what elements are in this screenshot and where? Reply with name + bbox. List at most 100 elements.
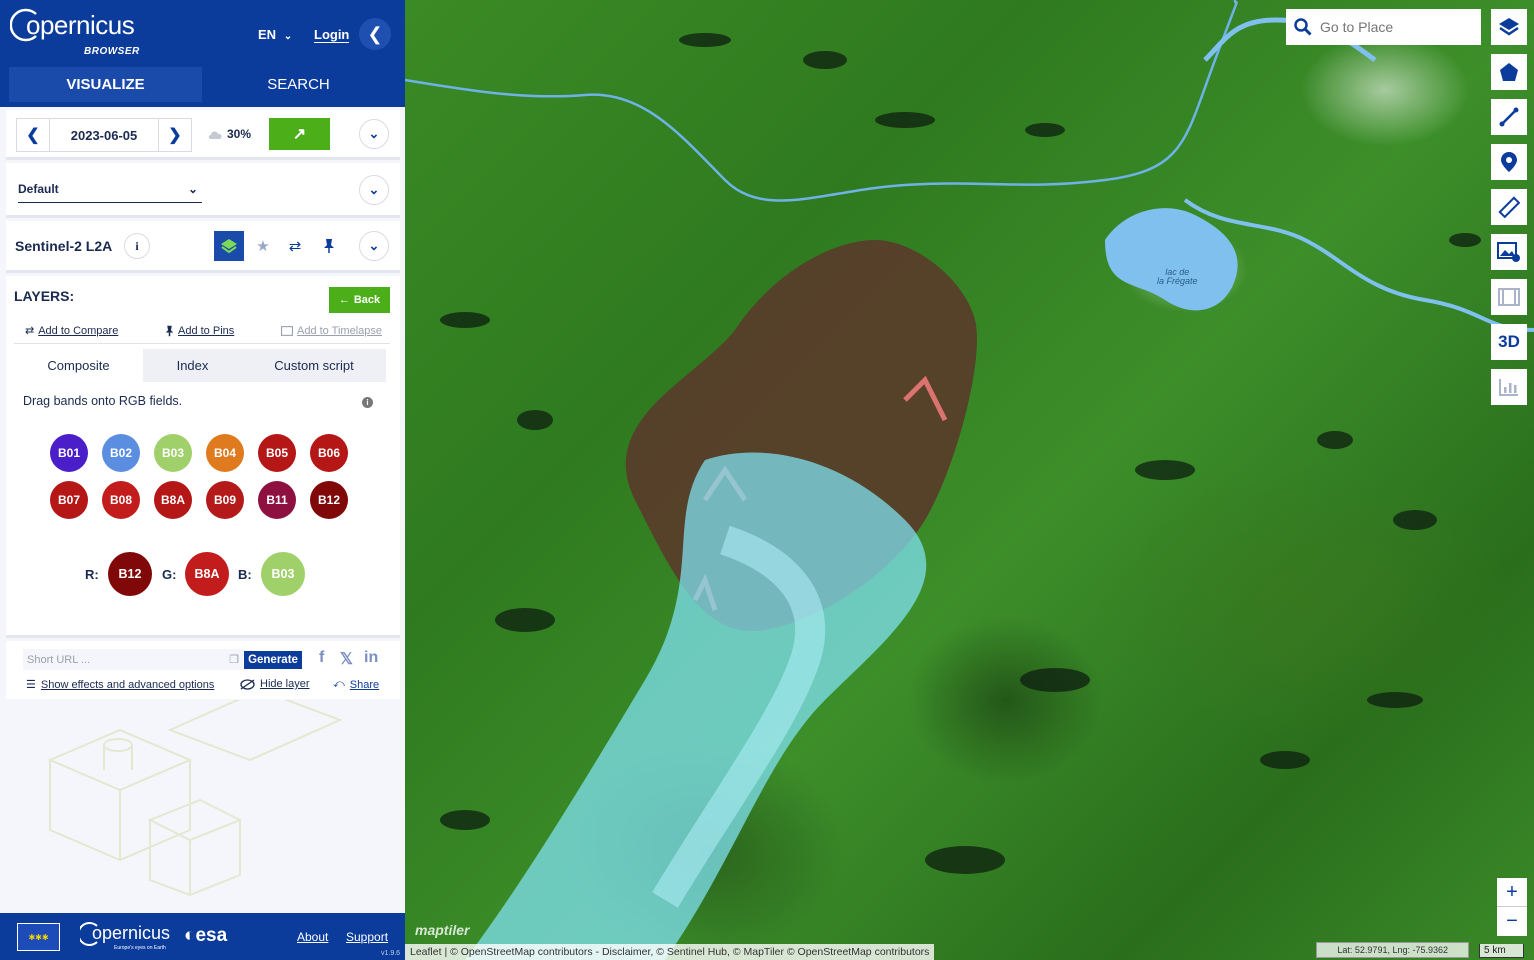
go-to-place-search[interactable]: [1286, 9, 1481, 45]
drag-instructions: Drag bands onto RGB fields.: [23, 394, 183, 408]
datasource-row: Sentinel-2 L2A i ★ ⇄ ⌄: [6, 221, 400, 273]
esa-text: esa: [195, 925, 228, 946]
band-b04[interactable]: B04: [206, 434, 244, 472]
copy-icon[interactable]: ❐: [229, 653, 239, 666]
short-url-field[interactable]: Short URL ... ❐: [23, 649, 243, 670]
language-select[interactable]: EN ⌄: [258, 27, 292, 42]
expand-datasource-button[interactable]: ⌄: [359, 231, 389, 261]
info-icon: i: [135, 238, 139, 253]
next-date-button[interactable]: ❯: [159, 119, 191, 151]
esa-logo[interactable]: ◐esa: [184, 925, 227, 947]
band-b12[interactable]: B12: [310, 481, 348, 519]
maptiler-logo[interactable]: maptiler: [415, 922, 469, 938]
add-to-timelapse-label: Add to Timelapse: [297, 324, 382, 337]
layers-title: LAYERS:: [14, 288, 75, 304]
layer-actions: ⇄ Add to Compare Add to Pins Add to Time…: [14, 318, 390, 344]
satellite-illustration: [47, 700, 343, 897]
draw-line-button[interactable]: [1491, 99, 1527, 135]
main-tabs: VISUALIZE SEARCH: [9, 67, 395, 102]
timelapse-button[interactable]: [1491, 279, 1527, 315]
band-b06[interactable]: B06: [310, 434, 348, 472]
info-icon[interactable]: i: [362, 397, 373, 408]
chevron-right-icon: ❯: [168, 127, 182, 144]
copernicus-logo[interactable]: opernicus BROWSER: [10, 8, 139, 57]
sliders-icon: ☰: [26, 679, 36, 691]
zoom-out-button[interactable]: −: [1497, 907, 1527, 936]
eu-flag-logo[interactable]: ✱✱✱: [17, 923, 60, 951]
band-b02[interactable]: B02: [102, 434, 140, 472]
x-icon[interactable]: 𝕏: [340, 649, 353, 669]
facebook-icon[interactable]: f: [319, 649, 324, 667]
place-marker-button[interactable]: [1491, 144, 1527, 180]
date-value[interactable]: 2023-06-05: [49, 119, 159, 151]
favorite-button[interactable]: ★: [248, 231, 278, 261]
share-link[interactable]: ⤺ Share: [333, 678, 379, 691]
band-b8a[interactable]: B8A: [154, 481, 192, 519]
add-to-compare-link[interactable]: ⇄ Add to Compare: [25, 324, 119, 338]
band-b09[interactable]: B09: [206, 481, 244, 519]
image-icon: [1497, 242, 1520, 262]
tab-composite[interactable]: Composite: [14, 349, 143, 382]
datasource-info-button[interactable]: i: [124, 233, 150, 259]
band-b11[interactable]: B11: [258, 481, 296, 519]
compare-button[interactable]: ⇄: [280, 231, 310, 261]
linkedin-icon[interactable]: in: [364, 649, 378, 667]
esa-mark-icon: ◐: [184, 925, 196, 946]
add-to-compare-label: Add to Compare: [38, 324, 119, 337]
rgb-b-band: B03: [271, 567, 295, 581]
search-input[interactable]: [1320, 19, 1470, 35]
arrow-up-right-icon: ↗: [292, 126, 307, 143]
share-label: Share: [349, 678, 380, 691]
generate-button[interactable]: Generate: [244, 651, 302, 669]
about-link[interactable]: About: [297, 930, 328, 944]
cloud-coverage[interactable]: 30%: [207, 127, 251, 141]
copernicus-footer-logo[interactable]: opernicus Europe's eyes on Earth: [80, 922, 170, 951]
back-button[interactable]: ← Back: [329, 287, 390, 313]
expand-date-button[interactable]: ⌄: [359, 119, 389, 149]
eu-stars-icon: ✱✱✱: [28, 932, 49, 942]
ruler-icon: [1498, 196, 1520, 218]
add-to-pins-label: Add to Pins: [178, 324, 235, 337]
pin-button[interactable]: [314, 231, 344, 261]
band-b01[interactable]: B01: [50, 434, 88, 472]
3d-view-button[interactable]: 3D: [1491, 324, 1527, 360]
band-b05[interactable]: B05: [258, 434, 296, 472]
rgb-r-slot[interactable]: B12: [108, 552, 152, 596]
search-dates-button[interactable]: ↗: [269, 118, 330, 150]
login-link[interactable]: Login: [314, 27, 350, 43]
add-to-timelapse-link[interactable]: Add to Timelapse: [281, 325, 382, 337]
layers-toggle-button[interactable]: [214, 231, 244, 261]
rgb-b-slot[interactable]: B03: [261, 552, 305, 596]
tab-search[interactable]: SEARCH: [202, 67, 395, 102]
logo-text: opernicus: [26, 10, 135, 40]
rgb-g-slot[interactable]: B8A: [185, 552, 229, 596]
measure-button[interactable]: [1491, 189, 1527, 225]
satellite-imagery: [405, 0, 1534, 960]
draw-polygon-button[interactable]: [1491, 54, 1527, 90]
statistics-button[interactable]: [1491, 369, 1527, 405]
footer: ✱✱✱ opernicus Europe's eyes on Earth ◐es…: [0, 913, 405, 960]
image-download-button[interactable]: [1491, 234, 1527, 270]
tab-custom-script[interactable]: Custom script: [242, 349, 386, 382]
star-icon: ★: [256, 238, 270, 255]
effects-link[interactable]: ☰ Show effects and advanced options: [26, 678, 214, 692]
map-view[interactable]: lac de la Frégate 3D: [405, 0, 1534, 960]
support-link[interactable]: Support: [346, 930, 388, 944]
hide-layer-link[interactable]: Hide layer: [240, 678, 310, 690]
short-url-placeholder: Short URL ...: [27, 653, 91, 666]
band-b03[interactable]: B03: [154, 434, 192, 472]
theme-select[interactable]: Default ⌄: [18, 175, 202, 203]
zoom-in-button[interactable]: +: [1497, 878, 1527, 907]
band-b08[interactable]: B08: [102, 481, 140, 519]
tab-index[interactable]: Index: [143, 349, 242, 382]
3d-label: 3D: [1498, 332, 1520, 351]
tab-visualize[interactable]: VISUALIZE: [9, 67, 202, 102]
collapse-sidebar-button[interactable]: ❮: [359, 18, 391, 50]
band-b07[interactable]: B07: [50, 481, 88, 519]
add-to-pins-link[interactable]: Add to Pins: [165, 325, 234, 337]
expand-theme-button[interactable]: ⌄: [359, 175, 389, 205]
previous-date-button[interactable]: ❮: [17, 119, 49, 151]
layers-tool-button[interactable]: [1491, 9, 1527, 45]
header: opernicus BROWSER EN ⌄ Login ❮ VISUALIZE…: [0, 0, 405, 107]
chevron-left-icon: ❮: [367, 23, 383, 44]
